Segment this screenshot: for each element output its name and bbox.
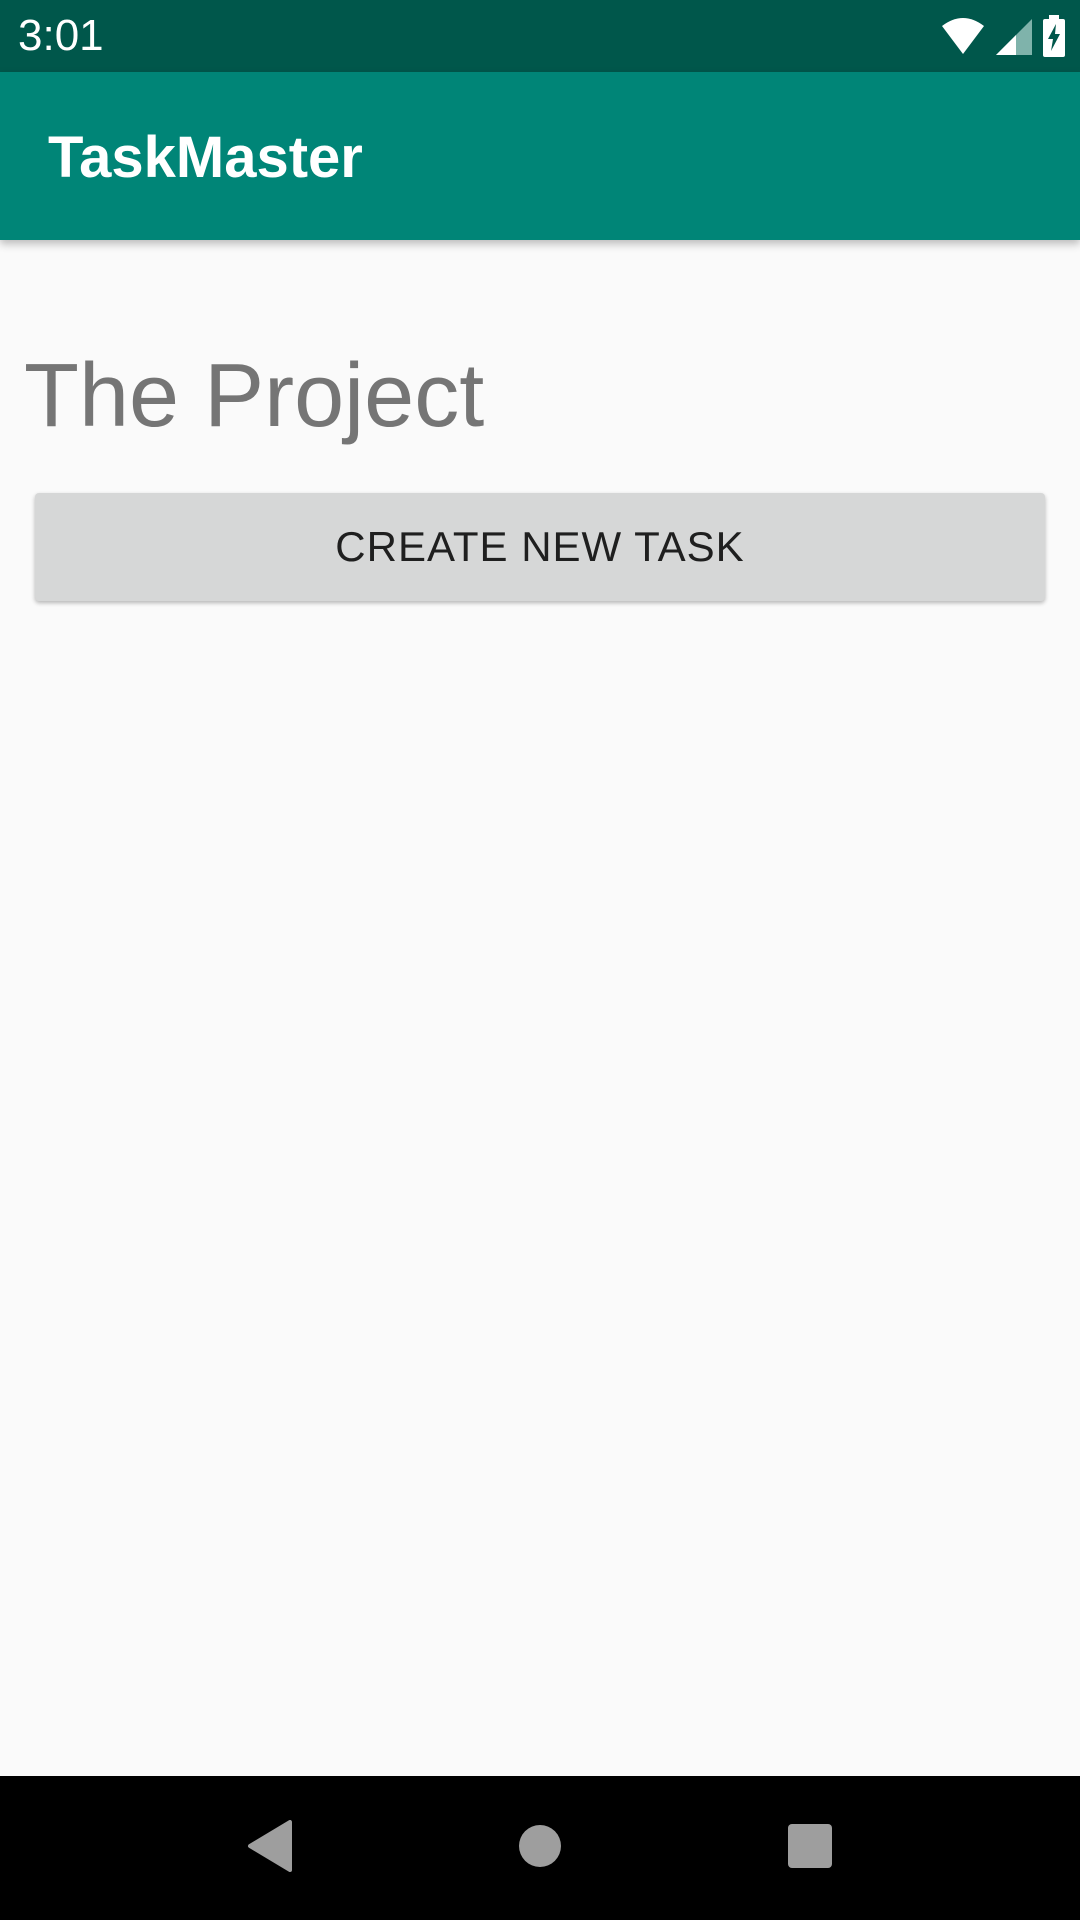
- home-icon: [518, 1824, 562, 1873]
- status-icons: [940, 14, 1066, 58]
- app-bar: TaskMaster: [0, 72, 1080, 240]
- create-new-task-button[interactable]: CREATE NEW TASK: [35, 493, 1045, 601]
- project-title: The Project: [24, 346, 485, 446]
- recents-icon: [787, 1823, 833, 1874]
- home-button[interactable]: [492, 1800, 588, 1896]
- screen: 3:01 TaskMaster The Project CREATE NEW T…: [0, 0, 1080, 1920]
- status-time: 3:01: [18, 11, 104, 60]
- back-button[interactable]: [222, 1800, 318, 1896]
- navigation-bar: [0, 1776, 1080, 1920]
- wifi-icon: [940, 16, 986, 56]
- recents-button[interactable]: [762, 1800, 858, 1896]
- cellular-signal-icon: [996, 17, 1032, 55]
- status-bar: 3:01: [0, 0, 1080, 72]
- app-title: TaskMaster: [48, 125, 363, 190]
- battery-charging-icon: [1042, 15, 1066, 57]
- back-icon: [246, 1819, 294, 1877]
